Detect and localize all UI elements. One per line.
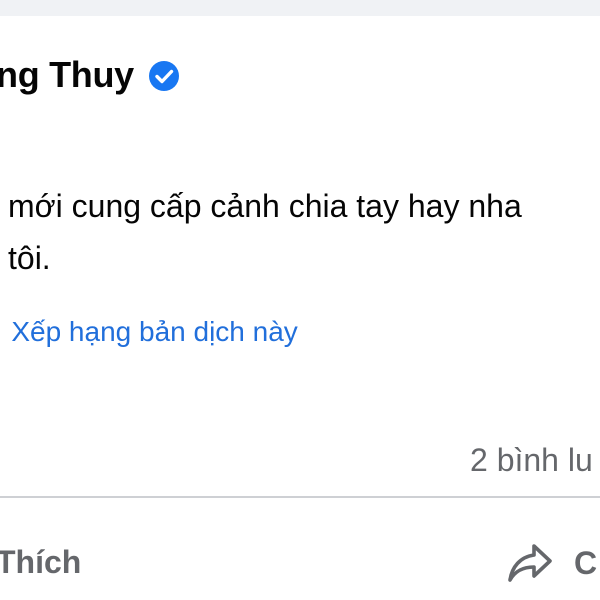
feed-background-strip (0, 0, 600, 16)
author-name[interactable]: ng Thuy (0, 54, 134, 96)
action-bar-divider (0, 496, 600, 498)
post-text-line: mới cung cấp cảnh chia tay hay nha (8, 188, 522, 224)
share-arrow-icon (506, 542, 554, 584)
post-body-text: mới cung cấp cảnh chia tay hay nha tôi. (8, 180, 522, 284)
like-button[interactable]: Thích (0, 544, 81, 581)
share-button-label: C (574, 544, 598, 581)
rate-translation-label: Xếp hạng bản dịch này (11, 316, 298, 347)
post-text-line: tôi. (8, 240, 51, 276)
post-header: ng Thuy (0, 54, 180, 96)
verified-badge-icon (148, 60, 180, 92)
comment-count-link[interactable]: 2 bình lu (470, 442, 593, 479)
rate-translation-link[interactable]: · Xếp hạng bản dịch này (0, 316, 298, 348)
like-button-label: Thích (0, 544, 82, 580)
post-card: ng Thuy mới cung cấp cảnh chia tay hay n… (0, 16, 600, 600)
bullet-separator: · (0, 316, 3, 347)
share-button[interactable]: C (506, 542, 597, 584)
